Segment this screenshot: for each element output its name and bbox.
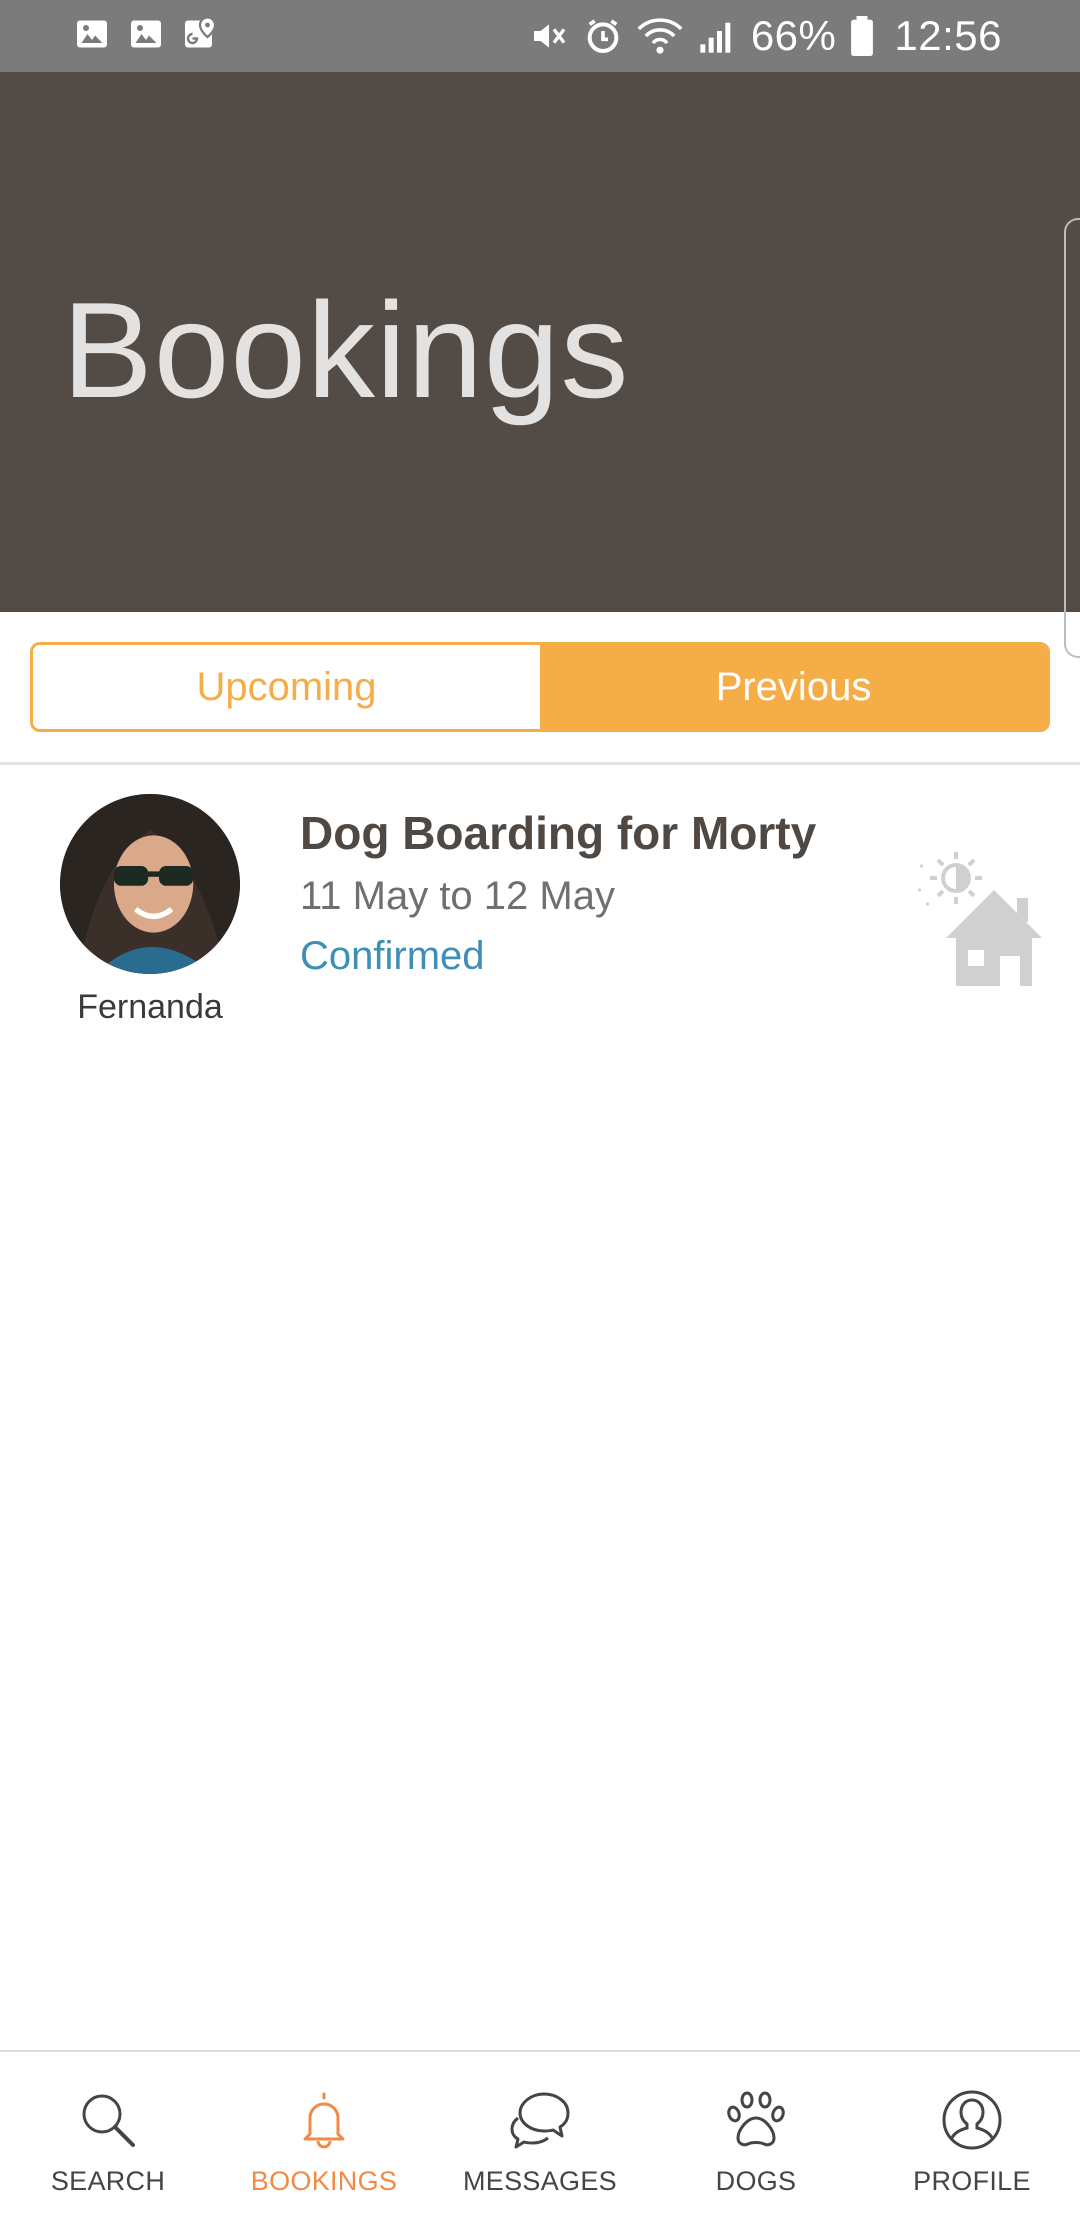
clock: 12:56 [894, 12, 1002, 59]
tab-previous[interactable]: Previous [540, 645, 1047, 729]
nav-profile[interactable]: PROFILE [864, 2052, 1080, 2220]
nav-bookings-label: BOOKINGS [250, 2166, 398, 2196]
signal-icon [700, 22, 731, 53]
tab-upcoming[interactable]: Upcoming [33, 645, 540, 729]
user-icon [942, 2090, 1002, 2150]
sitter-name: Fernanda [77, 988, 223, 1026]
booking-status: Confirmed [300, 934, 485, 978]
vibrate-mute-icon [533, 24, 566, 48]
status-bar: 66% 12:56 [0, 0, 1080, 72]
wifi-icon [637, 18, 683, 54]
gallery-notification-icon [77, 20, 107, 48]
maps-notification-icon [185, 16, 217, 48]
nav-search-label: SEARCH [50, 2166, 166, 2196]
nav-dogs[interactable]: DOGS [648, 2052, 864, 2220]
sitter-photo [60, 794, 240, 974]
booking-title: Dog Boarding for Morty [300, 807, 817, 859]
chat-bubbles-icon [510, 2092, 570, 2149]
booking-dates: 11 May to 12 May [300, 874, 615, 918]
edge-panel-handle[interactable] [1064, 218, 1080, 658]
gallery-notification-icon [131, 20, 161, 48]
page-header: Bookings [0, 72, 1080, 612]
nav-search[interactable]: SEARCH [0, 2052, 216, 2220]
boarding-house-day-night-icon [918, 852, 1042, 986]
alarm-icon [587, 19, 619, 54]
bookings-filter-tabs: Upcoming Previous [30, 642, 1050, 732]
nav-dogs-label: DOGS [715, 2166, 797, 2196]
divider [0, 762, 1080, 765]
booking-list-item[interactable]: Fernanda Dog Boarding for Morty 11 May t… [0, 770, 1080, 1040]
nav-messages[interactable]: MESSAGES [432, 2052, 648, 2220]
nav-bookings[interactable]: BOOKINGS [216, 2052, 432, 2220]
system-status: 66% 12:56 [529, 10, 1002, 62]
sitter-avatar [60, 794, 240, 974]
paw-icon [727, 2091, 785, 2147]
notification-icons [74, 16, 218, 52]
bell-icon [303, 2092, 345, 2149]
nav-profile-label: PROFILE [913, 2166, 1031, 2196]
nav-messages-label: MESSAGES [463, 2166, 617, 2196]
bookings-screen: 66% 12:56 Bookings Upcoming Previous Fer… [0, 0, 1080, 2220]
battery-icon [851, 16, 874, 56]
bottom-navigation: SEARCH BOOKINGS MESSAGES DOGS PROFILE [0, 2050, 1080, 2220]
search-icon [82, 2094, 135, 2147]
page-title: Bookings [62, 274, 630, 426]
battery-percent: 66% [750, 12, 837, 59]
